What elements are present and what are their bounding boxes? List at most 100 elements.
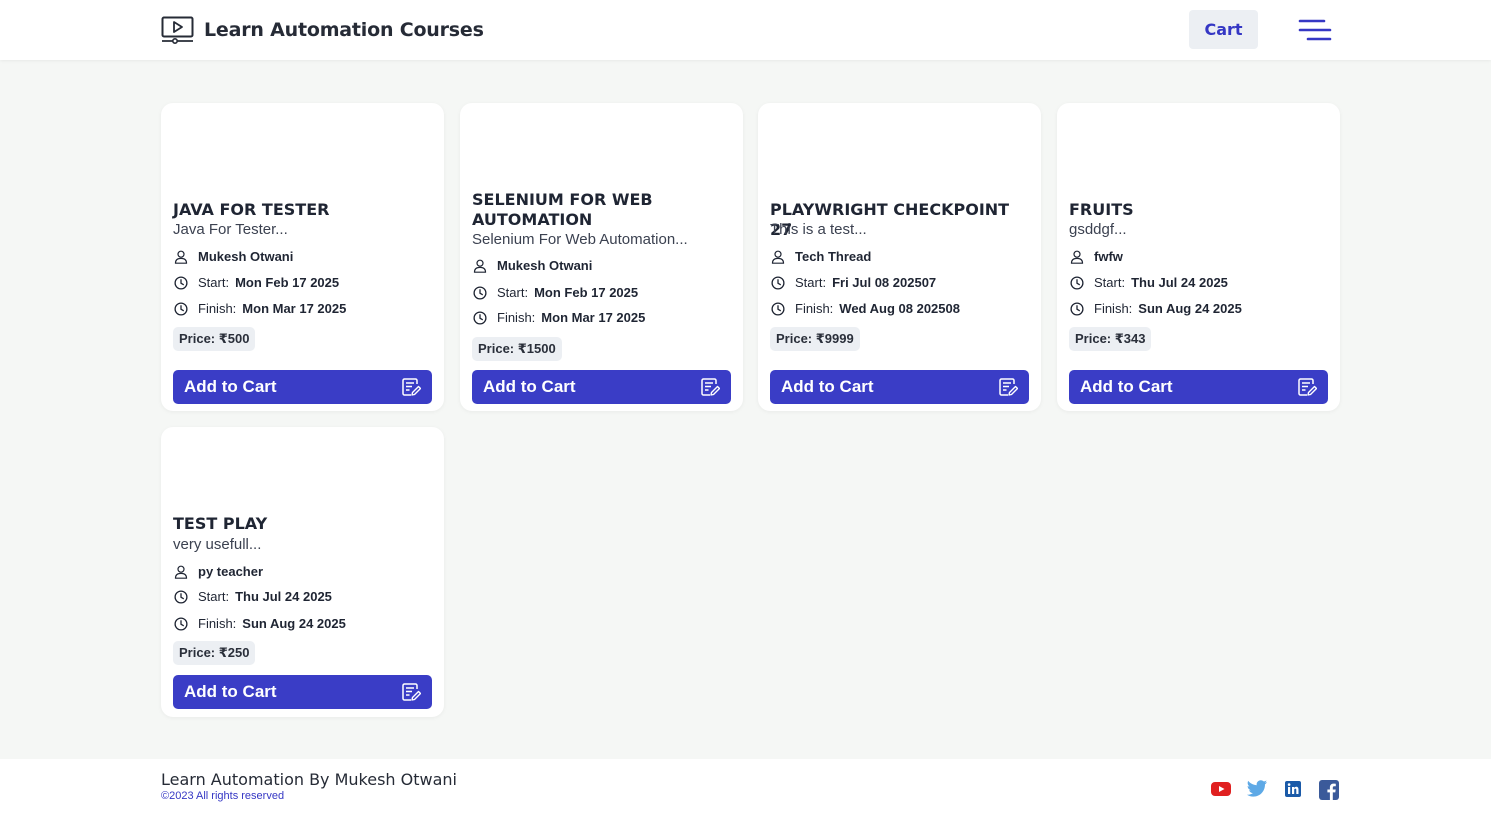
clock-icon bbox=[174, 589, 188, 604]
start-date: Thu Jul 24 2025 bbox=[235, 589, 332, 604]
finish-date-row: Finish: Sun Aug 24 2025 bbox=[174, 616, 346, 631]
price-badge: Price: ₹1500 bbox=[472, 337, 562, 361]
finish-label: Finish: bbox=[497, 310, 536, 325]
cart-note-icon bbox=[401, 682, 421, 702]
add-to-cart-button[interactable]: Add to Cart bbox=[173, 370, 432, 404]
add-to-cart-label: Add to Cart bbox=[483, 377, 576, 396]
instructor-row: Mukesh Otwani bbox=[174, 249, 293, 264]
instructor-name: py teacher bbox=[198, 564, 264, 579]
finish-date-row: Finish: Mon Mar 17 2025 bbox=[473, 310, 645, 325]
finish-date: Sun Aug 24 2025 bbox=[1138, 301, 1242, 316]
cart-note-icon bbox=[401, 377, 421, 397]
course-title: FRUITS bbox=[1069, 200, 1134, 219]
course-title: TEST PLAY bbox=[173, 514, 268, 533]
course-description: Selenium For Web Automation... bbox=[472, 231, 688, 248]
finish-date-row: Finish: Wed Aug 08 202508 bbox=[771, 301, 960, 316]
clock-icon bbox=[174, 275, 188, 290]
site-title: Learn Automation Courses bbox=[204, 19, 484, 41]
finish-date: Mon Mar 17 2025 bbox=[242, 301, 347, 316]
clock-icon bbox=[473, 285, 487, 300]
finish-date: Sun Aug 24 2025 bbox=[242, 616, 346, 631]
instructor-name: fwfw bbox=[1094, 249, 1123, 264]
course-card: TEST PLAY very usefull... py teacher Sta… bbox=[161, 427, 444, 717]
start-date-row: Start: Mon Feb 17 2025 bbox=[473, 285, 638, 300]
instructor-row: Tech Thread bbox=[771, 249, 871, 264]
finish-date-row: Finish: Mon Mar 17 2025 bbox=[174, 301, 346, 316]
add-to-cart-button[interactable]: Add to Cart bbox=[770, 370, 1029, 404]
start-date-row: Start: Mon Feb 17 2025 bbox=[174, 275, 339, 290]
start-label: Start: bbox=[795, 275, 827, 290]
add-to-cart-label: Add to Cart bbox=[1080, 377, 1173, 396]
course-card: FRUITS gsddgf... fwfw Start: Thu Jul 24 … bbox=[1057, 103, 1340, 411]
cart-note-icon bbox=[1297, 377, 1317, 397]
finish-label: Finish: bbox=[795, 301, 834, 316]
price-badge: Price: ₹500 bbox=[173, 327, 256, 351]
start-date: Fri Jul 08 202507 bbox=[832, 275, 937, 290]
instructor-name: Mukesh Otwani bbox=[198, 249, 294, 264]
course-title: SELENIUM FOR WEB AUTOMATION bbox=[472, 190, 653, 229]
clock-icon bbox=[771, 275, 785, 290]
video-player-icon bbox=[161, 16, 194, 44]
course-title: JAVA FOR TESTER bbox=[173, 200, 330, 219]
price-badge: Price: ₹343 bbox=[1069, 327, 1152, 351]
finish-label: Finish: bbox=[198, 301, 237, 316]
instructor-name: Tech Thread bbox=[795, 249, 872, 264]
price-badge: Price: ₹250 bbox=[173, 641, 256, 665]
top-header: Learn Automation Courses Cart bbox=[0, 0, 1491, 60]
start-date-row: Start: Fri Jul 08 202507 bbox=[771, 275, 936, 290]
hamburger-menu-icon[interactable] bbox=[1297, 17, 1333, 43]
finish-label: Finish: bbox=[198, 616, 237, 631]
price-badge: Price: ₹9999 bbox=[770, 327, 860, 351]
twitter-icon[interactable] bbox=[1246, 779, 1268, 799]
clock-icon bbox=[174, 301, 188, 316]
clock-icon bbox=[1070, 275, 1084, 290]
course-description: gsddgf... bbox=[1069, 221, 1127, 238]
cart-note-icon bbox=[700, 377, 720, 397]
course-description: very usefull... bbox=[173, 536, 262, 553]
instructor-row: fwfw bbox=[1070, 249, 1123, 264]
instructor-row: py teacher bbox=[174, 564, 263, 579]
course-card: PLAYWRIGHT CHECKPOINT 27 This is a test.… bbox=[758, 103, 1041, 411]
linkedin-icon[interactable] bbox=[1283, 779, 1305, 799]
course-card: JAVA FOR TESTER Java For Tester... Mukes… bbox=[161, 103, 444, 411]
start-date-row: Start: Thu Jul 24 2025 bbox=[1070, 275, 1228, 290]
cart-button[interactable]: Cart bbox=[1189, 10, 1258, 49]
course-description: Java For Tester... bbox=[173, 221, 288, 238]
clock-icon bbox=[174, 616, 188, 631]
start-label: Start: bbox=[198, 275, 230, 290]
youtube-icon[interactable] bbox=[1210, 779, 1232, 799]
start-date-row: Start: Thu Jul 24 2025 bbox=[174, 589, 332, 604]
start-label: Start: bbox=[1094, 275, 1126, 290]
finish-date-row: Finish: Sun Aug 24 2025 bbox=[1070, 301, 1242, 316]
add-to-cart-button[interactable]: Add to Cart bbox=[173, 675, 432, 709]
finish-date: Mon Mar 17 2025 bbox=[541, 310, 646, 325]
instructor-name: Mukesh Otwani bbox=[497, 258, 593, 273]
start-date: Mon Feb 17 2025 bbox=[534, 285, 639, 300]
add-to-cart-label: Add to Cart bbox=[184, 377, 277, 396]
start-label: Start: bbox=[497, 285, 529, 300]
clock-icon bbox=[771, 301, 785, 316]
finish-date: Wed Aug 08 202508 bbox=[839, 301, 960, 316]
add-to-cart-label: Add to Cart bbox=[781, 377, 874, 396]
user-icon bbox=[1070, 250, 1084, 264]
clock-icon bbox=[473, 310, 487, 325]
add-to-cart-button[interactable]: Add to Cart bbox=[1069, 370, 1328, 404]
user-icon bbox=[174, 565, 188, 579]
finish-label: Finish: bbox=[1094, 301, 1133, 316]
start-date: Mon Feb 17 2025 bbox=[235, 275, 340, 290]
user-icon bbox=[771, 250, 785, 264]
start-date: Thu Jul 24 2025 bbox=[1131, 275, 1228, 290]
add-to-cart-button[interactable]: Add to Cart bbox=[472, 370, 731, 404]
instructor-row: Mukesh Otwani bbox=[473, 258, 592, 273]
brand[interactable]: Learn Automation Courses bbox=[161, 15, 484, 45]
clock-icon bbox=[1070, 301, 1084, 316]
cart-note-icon bbox=[998, 377, 1018, 397]
course-card: SELENIUM FOR WEB AUTOMATION Selenium For… bbox=[460, 103, 743, 411]
footer: Learn Automation By Mukesh Otwani ©2023 … bbox=[0, 759, 1491, 815]
user-icon bbox=[174, 250, 188, 264]
facebook-icon[interactable] bbox=[1318, 779, 1340, 800]
user-icon bbox=[473, 259, 487, 273]
course-description: This is a test... bbox=[770, 221, 867, 238]
copyright-text: ©2023 All rights reserved bbox=[161, 790, 285, 802]
add-to-cart-label: Add to Cart bbox=[184, 682, 277, 701]
